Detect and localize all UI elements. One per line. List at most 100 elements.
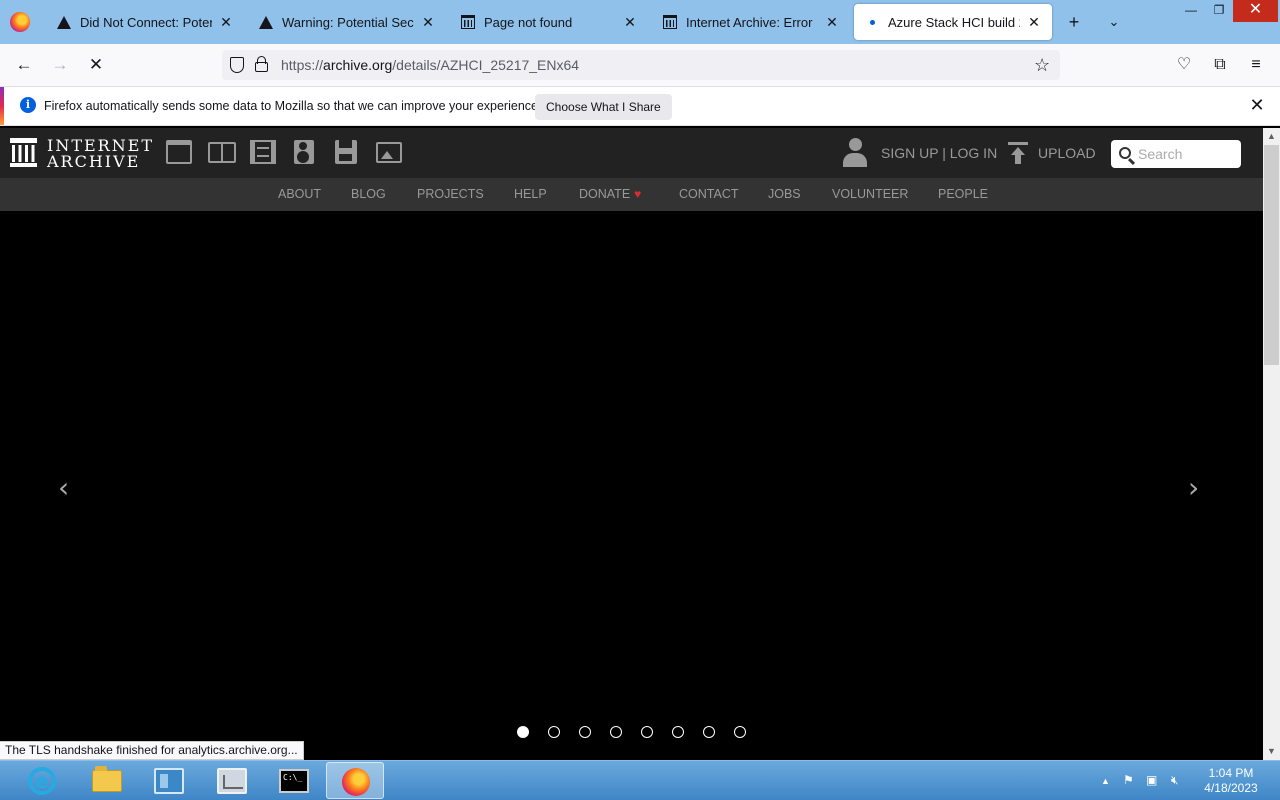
- system-clock[interactable]: 1:04 PM 4/18/2023: [1198, 766, 1264, 796]
- internet-archive-logo[interactable]: INTERNET ARCHIVE: [10, 138, 152, 170]
- nav-about[interactable]: ABOUT: [278, 187, 321, 201]
- nav-volunteer[interactable]: VOLUNTEER: [832, 187, 908, 201]
- forward-arrow-icon[interactable]: →: [48, 53, 72, 77]
- search-input[interactable]: [1138, 145, 1234, 163]
- nav-donate[interactable]: DONATE ♥: [579, 187, 641, 201]
- stop-loading-icon[interactable]: ✕: [84, 53, 108, 77]
- bookmark-star-icon[interactable]: ☆: [1034, 55, 1050, 76]
- volume-muted-icon[interactable]: 🔇︎: [1171, 773, 1179, 788]
- tab-warning-security[interactable]: Warning: Potential Security ✕: [248, 4, 446, 40]
- upload-icon-stem: [1015, 154, 1021, 164]
- back-arrow-icon[interactable]: ←: [12, 53, 36, 77]
- url-bar[interactable]: https://archive.org/details/AZHCI_25217_…: [222, 50, 1060, 80]
- minimize-icon[interactable]: —: [1176, 0, 1206, 22]
- nav-help[interactable]: HELP: [514, 187, 547, 201]
- carousel-dot[interactable]: [548, 726, 560, 738]
- texts-icon[interactable]: [208, 140, 236, 164]
- close-icon[interactable]: ✕: [218, 14, 234, 31]
- audio-icon[interactable]: [294, 140, 314, 164]
- tab-internet-archive-error[interactable]: Internet Archive: Error ✕: [652, 4, 850, 40]
- carousel-dot[interactable]: [734, 726, 746, 738]
- taskbar-administrative-tools[interactable]: [202, 762, 260, 799]
- nav-people[interactable]: PEOPLE: [938, 187, 988, 201]
- tab-azure-stack-hci[interactable]: Azure Stack HCI build 2521 ✕: [854, 4, 1052, 40]
- carousel-dot[interactable]: [517, 726, 529, 738]
- command-prompt-icon: C:\_: [279, 769, 309, 793]
- extensions-puzzle-icon[interactable]: ⧉: [1208, 53, 1232, 77]
- carousel-dot[interactable]: [610, 726, 622, 738]
- url-path: /details/AZHCI_25217_ENx64: [392, 57, 580, 73]
- logo-line-2: ARCHIVE: [47, 152, 141, 171]
- close-icon[interactable]: ✕: [1247, 95, 1267, 116]
- list-all-tabs-chevron-icon[interactable]: ⌄: [1104, 12, 1124, 32]
- carousel-dot[interactable]: [703, 726, 715, 738]
- restore-icon[interactable]: ❐: [1204, 0, 1234, 22]
- carousel-dot[interactable]: [672, 726, 684, 738]
- carousel-prev-chevron-left-icon[interactable]: ‹: [58, 474, 69, 502]
- taskbar-file-explorer[interactable]: [76, 762, 134, 799]
- tab-page-not-found[interactable]: Page not found ✕: [450, 4, 648, 40]
- taskbar-firefox[interactable]: [326, 762, 384, 799]
- url-scheme: https://: [281, 57, 324, 73]
- video-icon[interactable]: [250, 140, 276, 164]
- nav-projects[interactable]: PROJECTS: [417, 187, 484, 201]
- windows-taskbar: e C:\_ ▲ ⚑ ▣ 🔇︎ 1:04 PM 4/18/2023: [0, 760, 1280, 800]
- firefox-icon: [342, 768, 370, 796]
- url-host: archive.org: [323, 57, 393, 73]
- close-icon[interactable]: ✕: [622, 14, 638, 31]
- upload-link[interactable]: UPLOAD: [1038, 145, 1096, 161]
- search-icon[interactable]: [1119, 147, 1131, 159]
- internet-archive-icon: [662, 14, 678, 30]
- heart-icon: ♥: [634, 187, 642, 201]
- firefox-view-icon[interactable]: [10, 12, 30, 32]
- show-hidden-icons-chevron-icon[interactable]: ▲: [1101, 776, 1110, 786]
- warning-icon: [258, 14, 274, 30]
- lock-icon[interactable]: [255, 56, 268, 72]
- nav-contact[interactable]: CONTACT: [679, 187, 739, 201]
- network-icon[interactable]: ▣: [1146, 773, 1157, 787]
- tab-label: Azure Stack HCI build 2521: [888, 14, 1020, 30]
- navigation-toolbar: ← → ✕ https://archive.org/details/AZHCI_…: [0, 44, 1280, 86]
- tab-label: Internet Archive: Error: [686, 14, 813, 30]
- sign-up-log-in-link[interactable]: SIGN UP | LOG IN: [881, 145, 997, 161]
- carousel-dot[interactable]: [579, 726, 591, 738]
- taskbar-server-manager[interactable]: [139, 762, 197, 799]
- clock-time: 1:04 PM: [1208, 766, 1254, 780]
- choose-what-i-share-button[interactable]: Choose What I Share: [535, 94, 672, 120]
- taskbar-command-prompt[interactable]: C:\_: [264, 762, 322, 799]
- new-tab-plus-icon[interactable]: +: [1064, 12, 1084, 32]
- scroll-down-arrow-icon[interactable]: ▼: [1263, 743, 1280, 760]
- tab-label: Warning: Potential Security: [282, 14, 414, 30]
- pocket-icon[interactable]: ♡: [1172, 53, 1196, 77]
- software-icon[interactable]: [335, 140, 357, 164]
- vertical-scrollbar[interactable]: ▲ ▼: [1263, 128, 1280, 760]
- nav-donate-label: DONATE: [579, 187, 631, 201]
- tab-did-not-connect[interactable]: Did Not Connect: Potential ✕: [46, 4, 244, 40]
- url-text[interactable]: https://archive.org/details/AZHCI_25217_…: [281, 57, 579, 73]
- status-panel: The TLS handshake finished for analytics…: [0, 741, 304, 760]
- tab-label: Did Not Connect: Potential: [80, 14, 212, 30]
- action-center-flag-icon[interactable]: ⚑: [1123, 773, 1134, 787]
- scroll-up-arrow-icon[interactable]: ▲: [1263, 128, 1280, 145]
- close-icon[interactable]: ✕: [1026, 14, 1042, 31]
- ia-top-navigation: INTERNET ARCHIVE SIGN UP | LOG IN UPLOAD: [0, 128, 1263, 178]
- carousel-dot[interactable]: [641, 726, 653, 738]
- window-close-icon[interactable]: ✕: [1233, 0, 1278, 22]
- taskbar-internet-explorer[interactable]: e: [12, 762, 70, 799]
- close-icon[interactable]: ✕: [824, 14, 840, 31]
- web-icon[interactable]: [166, 140, 192, 164]
- hamburger-menu-icon[interactable]: ≡: [1244, 53, 1268, 77]
- user-icon[interactable]: [843, 138, 867, 168]
- search-box[interactable]: [1111, 140, 1241, 168]
- carousel-next-chevron-right-icon[interactable]: ›: [1188, 474, 1199, 502]
- scrollbar-thumb[interactable]: [1264, 145, 1279, 365]
- tracking-protection-shield-icon[interactable]: [230, 57, 244, 73]
- images-icon[interactable]: [376, 142, 402, 163]
- page-content: INTERNET ARCHIVE SIGN UP | LOG IN UPLOAD…: [0, 128, 1263, 743]
- clock-date: 4/18/2023: [1204, 781, 1258, 795]
- ia-secondary-navigation: ABOUT BLOG PROJECTS HELP DONATE ♥ CONTACT…: [0, 178, 1263, 211]
- close-icon[interactable]: ✕: [420, 14, 436, 31]
- nav-jobs[interactable]: JOBS: [768, 187, 801, 201]
- nav-blog[interactable]: BLOG: [351, 187, 386, 201]
- loading-icon: [864, 14, 880, 30]
